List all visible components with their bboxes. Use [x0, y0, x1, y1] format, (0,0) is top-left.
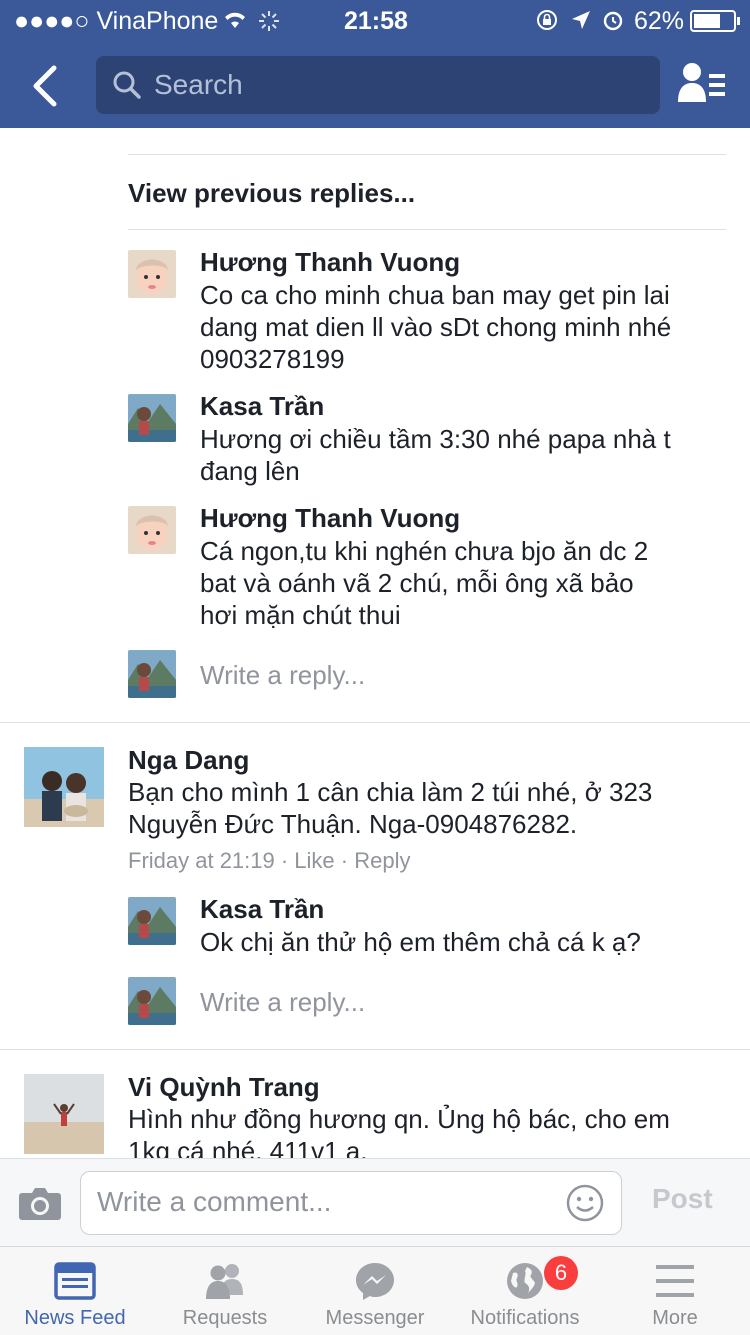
view-previous-replies-link[interactable]: View previous replies... — [128, 178, 415, 209]
navigation-bar: Search — [0, 42, 750, 128]
rotation-lock-icon — [537, 10, 557, 30]
messenger-icon — [356, 1263, 394, 1300]
avatar-nga-dang[interactable] — [24, 747, 104, 827]
comment-meta[interactable]: Friday at 21:19 · Like · Reply — [128, 848, 410, 874]
friend-list-icon[interactable] — [676, 62, 728, 106]
reply-text: Co ca cho minh chua ban may get pin lai … — [200, 279, 671, 375]
tab-label: Requests — [182, 1307, 268, 1329]
reply-text: Hương ơi chiều tầm 3:30 nhé papa nhà t đ… — [200, 423, 671, 487]
battery-percent: 62% — [634, 7, 685, 35]
camera-icon[interactable] — [18, 1185, 62, 1221]
reply-text: Cá ngon,tu khi nghén chưa bjo ăn dc 2 ba… — [200, 535, 648, 631]
back-arrow-icon[interactable] — [28, 64, 68, 108]
avatar-kasa[interactable] — [128, 897, 176, 945]
comment-author[interactable]: Nga Dang — [128, 745, 249, 776]
reply-line: hơi mặn chút thui — [200, 600, 401, 630]
status-bar: ●●●●○ VinaPhone 21:58 62% — [0, 0, 750, 42]
carrier-label: ●●●●○ VinaPhone — [14, 7, 219, 35]
reply-author[interactable]: Kasa Trần — [200, 391, 324, 422]
reply-line: Cá ngon,tu khi nghén chưa bjo ăn dc 2 — [200, 536, 649, 566]
reply-line: Co ca cho minh chua ban may get pin lai — [200, 280, 670, 310]
reply-line: Hương ơi chiều tầm 3:30 nhé papa nhà t — [200, 424, 671, 454]
comment-line: Nguyễn Đức Thuận. Nga-0904876282. — [128, 809, 578, 839]
tab-more[interactable]: More — [600, 1247, 750, 1335]
tab-messenger[interactable]: Messenger — [300, 1247, 450, 1335]
write-reply-input[interactable]: Write a reply... — [200, 987, 365, 1018]
reply-line: dang mat dien ll vào sDt chong minh nhé — [200, 312, 672, 342]
tab-label: Notifications — [470, 1307, 580, 1329]
avatar-baby[interactable] — [128, 506, 176, 554]
reply-author[interactable]: Hương Thanh Vuong — [200, 503, 460, 534]
comment-line: Bạn cho mình 1 cân chia làm 2 túi nhé, ở… — [128, 777, 653, 807]
news-feed-icon — [54, 1262, 96, 1300]
avatar-kasa — [128, 977, 176, 1025]
clock: 21:58 — [344, 7, 408, 35]
wifi-icon — [225, 12, 245, 28]
reply-text: Ok chị ăn thử hộ em thêm chả cá k ạ? — [200, 927, 641, 957]
comment-placeholder: Write a comment... — [97, 1186, 332, 1217]
write-reply-input[interactable]: Write a reply... — [200, 660, 365, 691]
tab-label: News Feed — [24, 1307, 126, 1329]
globe-icon — [507, 1263, 543, 1299]
comment-text: Bạn cho mình 1 cân chia làm 2 túi nhé, ở… — [128, 776, 652, 840]
comment-thread: View previous replies... Hương Thanh Vuo… — [0, 128, 750, 1158]
reply-line: bat và oánh vã 2 chú, mỗi ông xã bảo — [200, 568, 634, 598]
comment-line: Hình như đồng hương qn. Ủng hộ bác, cho … — [128, 1104, 670, 1134]
emoji-icon[interactable] — [565, 1183, 605, 1223]
tab-news-feed[interactable]: News Feed — [0, 1247, 150, 1335]
search-icon — [113, 71, 141, 99]
loading-icon — [259, 11, 279, 31]
tab-notifications[interactable]: Notifications — [450, 1247, 600, 1335]
reply-line: đang lên — [200, 456, 300, 486]
alarm-icon — [603, 11, 623, 31]
comment-composer: Write a comment... Post — [0, 1158, 750, 1247]
divider — [0, 722, 750, 723]
comment-input[interactable]: Write a comment... — [80, 1171, 622, 1235]
avatar-vi-quynh-trang[interactable] — [24, 1074, 104, 1154]
friend-requests-icon — [206, 1264, 243, 1299]
divider — [0, 1049, 750, 1050]
tab-label: Messenger — [325, 1307, 425, 1329]
comment-text: Hình như đồng hương qn. Ủng hộ bác, cho … — [128, 1103, 670, 1158]
reply-author[interactable]: Kasa Trần — [200, 894, 324, 925]
tab-bar: News Feed Requests Messenger Notificatio… — [0, 1246, 750, 1335]
search-input[interactable]: Search — [96, 56, 660, 114]
avatar-kasa[interactable] — [128, 394, 176, 442]
tab-requests[interactable]: Requests — [150, 1247, 300, 1335]
post-button[interactable]: Post — [652, 1183, 713, 1215]
tab-label: More — [652, 1307, 698, 1329]
reply-author[interactable]: Hương Thanh Vuong — [200, 247, 460, 278]
reply-line: 0903278199 — [200, 344, 345, 374]
location-icon — [572, 11, 590, 29]
avatar-kasa — [128, 650, 176, 698]
comment-author[interactable]: Vi Quỳnh Trang — [128, 1072, 320, 1103]
search-placeholder: Search — [154, 69, 243, 100]
comment-line: 1kg cá nhé. 411v1 a. — [128, 1136, 368, 1158]
divider — [128, 229, 726, 230]
divider — [128, 154, 726, 155]
avatar-baby[interactable] — [128, 250, 176, 298]
battery-icon — [690, 10, 740, 32]
hamburger-icon — [656, 1265, 694, 1297]
notification-badge: 6 — [544, 1256, 578, 1290]
